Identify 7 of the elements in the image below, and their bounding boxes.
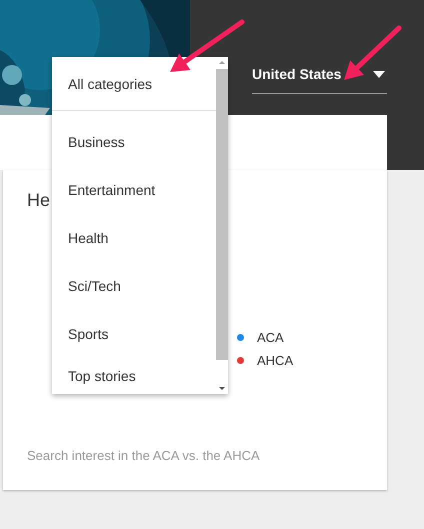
legend-label: AHCA — [257, 353, 294, 368]
legend-label: ACA — [257, 330, 284, 345]
caret-icon — [373, 71, 385, 78]
chart-caption: Search interest in the ACA vs. the AHCA — [27, 448, 260, 463]
annotation-arrow — [344, 26, 402, 80]
menu-item[interactable]: Top stories — [52, 358, 216, 394]
menu-item[interactable]: All categories — [52, 57, 216, 111]
